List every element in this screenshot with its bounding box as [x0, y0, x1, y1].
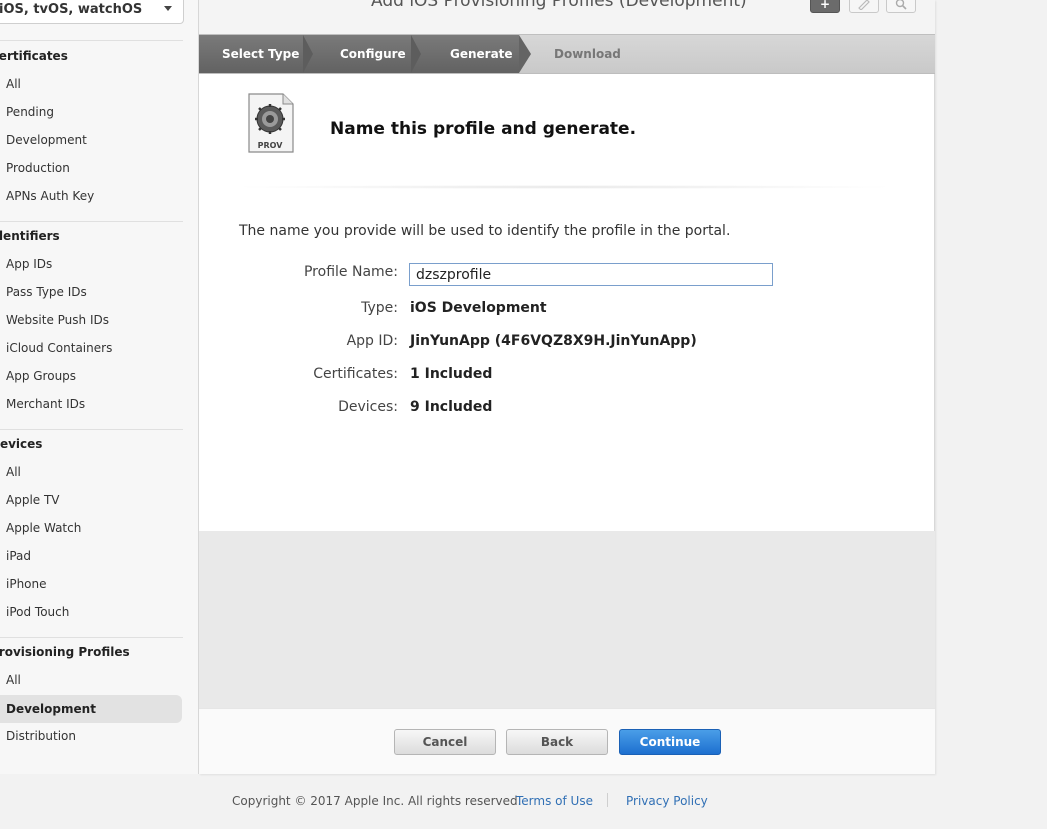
intro-text: The name you provide will be used to ide… [239, 223, 731, 239]
section-divider [0, 40, 183, 41]
copyright-text: Copyright © 2017 Apple Inc. All rights r… [232, 794, 522, 808]
terms-of-use-link[interactable]: Terms of Use [516, 794, 593, 808]
sidebar-item-apns-auth-key[interactable]: APNs Auth Key [6, 189, 94, 203]
section-heading-provisioning-profiles: Provisioning Profiles [0, 645, 130, 659]
section-heading-devices: Devices [0, 437, 43, 451]
add-button[interactable]: + [810, 0, 840, 13]
devices-value: 9 Included [410, 399, 493, 415]
type-label: Type: [361, 300, 398, 316]
sidebar-item-production[interactable]: Production [6, 161, 70, 175]
sidebar-item-devices-all[interactable]: All [6, 465, 21, 479]
step-separator [411, 35, 421, 73]
privacy-policy-link[interactable]: Privacy Policy [626, 794, 708, 808]
sidebar: iOS, tvOS, watchOS Certificates All Pend… [0, 0, 199, 774]
sidebar-item-merchant-ids[interactable]: Merchant IDs [6, 397, 85, 411]
cancel-button[interactable]: Cancel [394, 729, 496, 755]
continue-button[interactable]: Continue [619, 729, 721, 755]
sidebar-item-profiles-all[interactable]: All [6, 673, 21, 687]
section-heading-identifiers: Identifiers [0, 229, 60, 243]
sidebar-item-app-ids[interactable]: App IDs [6, 257, 52, 271]
profile-name-input[interactable] [409, 263, 773, 286]
app-id-value: JinYunApp (4F6VQZ8X9H.JinYunApp) [410, 333, 697, 349]
search-icon [895, 0, 907, 10]
back-button[interactable]: Back [506, 729, 608, 755]
sidebar-item-apple-tv[interactable]: Apple TV [6, 493, 60, 507]
section-heading-certificates: Certificates [0, 49, 68, 63]
section-divider [0, 637, 183, 638]
sidebar-item-iphone[interactable]: iPhone [6, 577, 47, 591]
step-select-type: Select Type [222, 47, 300, 61]
profile-name-label: Profile Name: [303, 264, 398, 280]
sidebar-item-ipad[interactable]: iPad [6, 549, 31, 563]
provisioning-profile-icon: PROV [248, 93, 294, 153]
platform-select-label: iOS, tvOS, watchOS [0, 1, 143, 17]
sidebar-item-profiles-distribution[interactable]: Distribution [6, 729, 76, 743]
main-panel: Add iOS Provisioning Profiles (Developme… [199, 0, 935, 774]
sidebar-item-pass-type-ids[interactable]: Pass Type IDs [6, 285, 87, 299]
sidebar-item-profiles-development[interactable]: Development [0, 695, 182, 723]
certificates-label: Certificates: [313, 366, 398, 382]
sidebar-item-icloud-containers[interactable]: iCloud Containers [6, 341, 112, 355]
divider [229, 185, 899, 189]
edit-icon [858, 0, 870, 10]
step-separator [303, 35, 313, 73]
app-id-label: App ID: [346, 333, 398, 349]
certificates-value: 1 Included [410, 366, 493, 382]
page-title: Add iOS Provisioning Profiles (Developme… [371, 0, 747, 11]
sidebar-item-ipod-touch[interactable]: iPod Touch [6, 605, 69, 619]
step-configure: Configure [340, 47, 406, 61]
step-download: Download [554, 47, 621, 61]
step-arrow [519, 35, 531, 73]
sidebar-item-development-certs[interactable]: Development [6, 133, 87, 147]
footer-divider [607, 793, 608, 807]
content-spacer [199, 531, 935, 708]
title-bar: Add iOS Provisioning Profiles (Developme… [199, 0, 935, 34]
step-progress-bar: Select Type Configure Generate Download [199, 34, 935, 74]
sidebar-item-website-push-ids[interactable]: Website Push IDs [6, 313, 109, 327]
sidebar-item-pending[interactable]: Pending [6, 105, 54, 119]
search-button[interactable] [886, 0, 916, 13]
add-icon: + [819, 0, 831, 11]
prov-icon-label: PROV [258, 141, 284, 150]
sidebar-item-app-groups[interactable]: App Groups [6, 369, 76, 383]
section-divider [0, 429, 183, 430]
sidebar-item-apple-watch[interactable]: Apple Watch [6, 521, 81, 535]
platform-select[interactable]: iOS, tvOS, watchOS [0, 0, 184, 24]
section-heading: Name this profile and generate. [330, 119, 637, 139]
button-bar: Cancel Back Continue [199, 708, 935, 774]
section-divider [0, 221, 183, 222]
edit-button[interactable] [849, 0, 879, 13]
sidebar-item-certificates-all[interactable]: All [6, 77, 21, 91]
devices-label: Devices: [338, 399, 398, 415]
type-value: iOS Development [410, 300, 547, 316]
chevron-down-icon [164, 6, 172, 11]
step-generate: Generate [450, 47, 513, 61]
